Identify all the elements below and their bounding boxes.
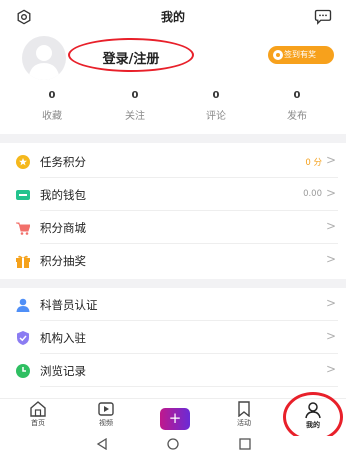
- tab-video[interactable]: 视频: [86, 401, 126, 428]
- menu-item-label: 机构入驻: [40, 331, 86, 345]
- menu-item-label: 积分商城: [40, 221, 86, 235]
- menu-item-institution-join[interactable]: 机构入驻 >: [12, 321, 338, 354]
- annotation-circle: [283, 392, 343, 442]
- checkin-button[interactable]: 签到有奖: [268, 46, 334, 64]
- stat-label: 发布: [287, 111, 307, 122]
- stat-comments[interactable]: 0 评论: [186, 90, 246, 122]
- stat-value: 0: [131, 90, 139, 101]
- shield-icon: [17, 331, 29, 345]
- top-header: 我的: [0, 0, 346, 32]
- chevron-right-icon: >: [325, 296, 336, 310]
- stat-label: 收藏: [42, 111, 62, 122]
- checkin-icon: [273, 50, 283, 60]
- recent-apps-icon[interactable]: [239, 438, 251, 450]
- back-icon[interactable]: [96, 438, 108, 450]
- stat-favorites[interactable]: 0 收藏: [22, 90, 82, 122]
- tab-label: 视频: [99, 419, 113, 427]
- menu-item-label: 科普员认证: [40, 298, 98, 312]
- gift-icon: [16, 255, 30, 268]
- login-register-button[interactable]: 登录/注册: [68, 38, 194, 72]
- menu-item-label: 积分抽奖: [40, 254, 86, 268]
- menu-item-label: 我的钱包: [40, 188, 86, 202]
- tab-activity[interactable]: 活动: [224, 401, 264, 428]
- chevron-right-icon: >: [325, 153, 336, 167]
- stat-label: 评论: [206, 111, 226, 122]
- wallet-icon: [16, 190, 30, 200]
- user-icon: [16, 298, 30, 312]
- stat-label: 关注: [125, 111, 145, 122]
- row-divider: [40, 386, 338, 387]
- menu-item-label: 任务积分: [40, 155, 86, 169]
- video-icon: [98, 402, 114, 416]
- menu-item-science-certification[interactable]: 科普员认证 >: [12, 288, 338, 321]
- checkin-label: 签到有奖: [284, 50, 316, 59]
- menu-item-value: 0.00: [303, 189, 322, 199]
- menu-item-points-mall[interactable]: 积分商城 >: [12, 211, 338, 244]
- clock-icon: [16, 364, 30, 378]
- menu-item-label: 浏览记录: [40, 364, 86, 378]
- tab-label: 活动: [237, 419, 251, 427]
- login-register-label: 登录/注册: [102, 52, 160, 67]
- section-separator: [0, 134, 346, 143]
- menu-item-points-lottery[interactable]: 积分抽奖 >: [12, 244, 338, 277]
- plus-icon[interactable]: +: [160, 408, 190, 430]
- section-separator: [0, 279, 346, 288]
- system-navigation-bar: [0, 436, 346, 452]
- home-circle-icon[interactable]: [167, 438, 179, 450]
- chevron-right-icon: >: [325, 329, 336, 343]
- chevron-right-icon: >: [325, 219, 336, 233]
- default-avatar-icon: [28, 45, 60, 80]
- home-icon: [30, 401, 46, 417]
- chevron-right-icon: >: [325, 362, 336, 376]
- stats-row: 0 收藏 0 关注 0 评论 0 发布: [0, 90, 346, 130]
- menu-item-browse-history[interactable]: 浏览记录 >: [12, 354, 338, 387]
- chat-bubble-icon[interactable]: [314, 8, 332, 25]
- stat-value: 0: [293, 90, 301, 101]
- stat-following[interactable]: 0 关注: [105, 90, 165, 122]
- cart-icon: [16, 222, 30, 235]
- stat-posts[interactable]: 0 发布: [267, 90, 327, 122]
- tab-home[interactable]: 首页: [18, 401, 58, 428]
- page-title: 我的: [160, 10, 185, 24]
- star-coin-icon: [16, 155, 30, 169]
- chevron-right-icon: >: [325, 186, 336, 200]
- menu-item-value: 0 分: [305, 158, 322, 168]
- avatar[interactable]: [22, 36, 66, 80]
- tab-label: 首页: [31, 419, 45, 427]
- profile-section: 登录/注册 签到有奖: [0, 32, 346, 80]
- stat-value: 0: [48, 90, 56, 101]
- chevron-right-icon: >: [325, 252, 336, 266]
- menu-item-task-points[interactable]: 任务积分 0 分 >: [12, 145, 338, 178]
- stat-value: 0: [212, 90, 220, 101]
- bookmark-icon: [238, 401, 250, 417]
- menu-item-wallet[interactable]: 我的钱包 0.00 >: [12, 178, 338, 211]
